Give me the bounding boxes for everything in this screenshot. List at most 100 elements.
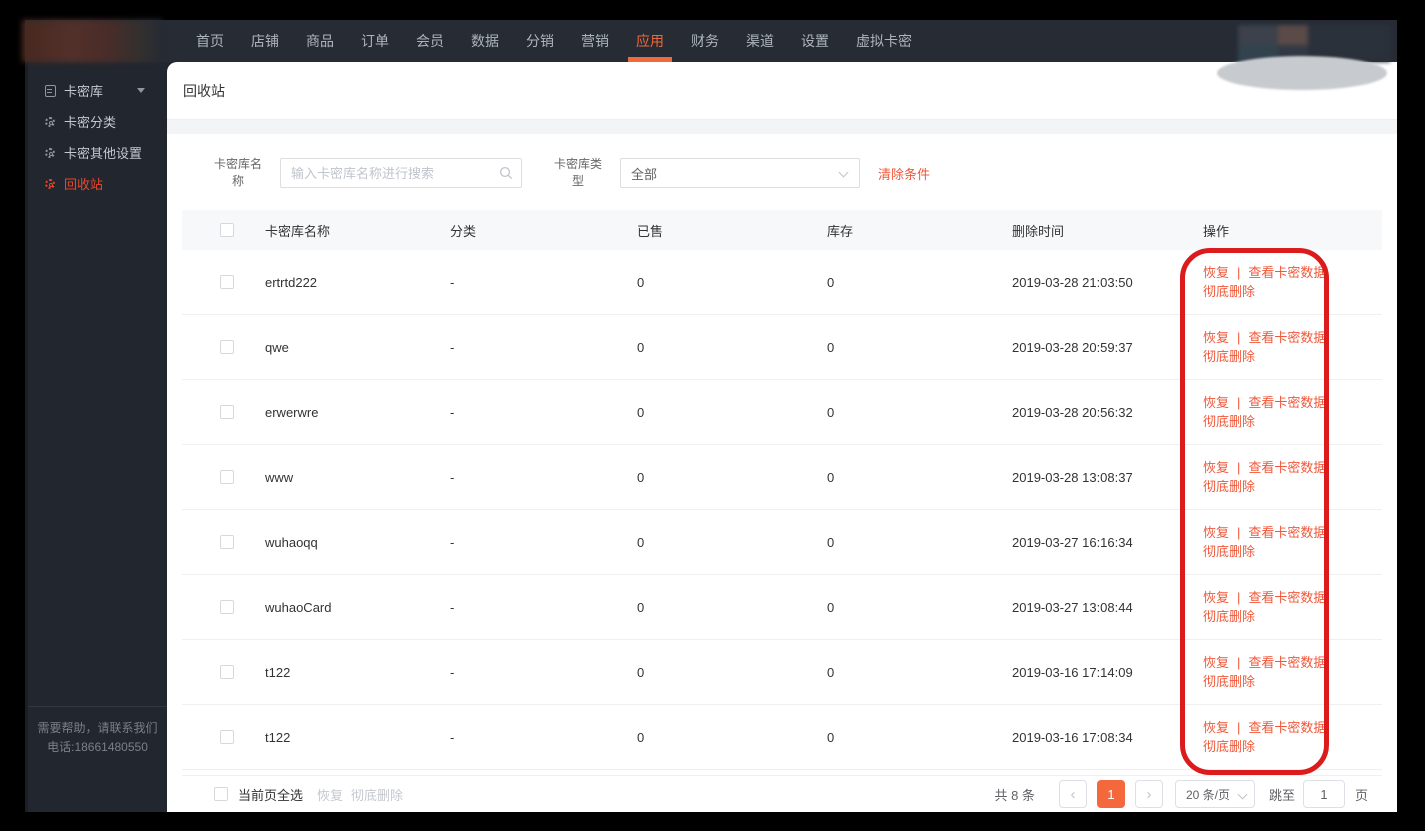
restore-link[interactable]: 恢复 (1203, 330, 1229, 345)
view-card-data-link[interactable]: 查看卡密数据 (1248, 655, 1326, 670)
row-checkbox[interactable] (220, 665, 234, 679)
nav-item-13[interactable]: 虚拟卡密 (856, 20, 912, 62)
nav-item-6[interactable]: 数据 (471, 20, 499, 62)
row-checkbox[interactable] (220, 730, 234, 744)
row-name: wuhaoqq (265, 534, 318, 550)
table-row: ertrtd222 - 0 0 2019-03-28 21:03:50 恢复 | 查看卡密数据… (182, 250, 1382, 315)
sidebar-item-label: 回收站 (64, 177, 104, 192)
row-name: wuhaoCard (265, 599, 332, 615)
row-checkbox[interactable] (220, 275, 234, 289)
type-select[interactable]: 全部 (620, 158, 860, 188)
select-all-checkbox[interactable] (214, 787, 228, 801)
action-divider: | (1237, 460, 1241, 475)
top-navbar: 首页 店铺 商品 订单 会员 数据 分销 营销 应用 财务 渠道 设置 虚拟卡密 (22, 20, 1397, 90)
select-all-label[interactable]: 当前页全选 (238, 785, 303, 804)
row-name: erwerwre (265, 404, 319, 420)
sidebar-item-4[interactable]: 回收站 (28, 168, 167, 199)
name-filter-label: 卡密库名称 (213, 157, 262, 188)
row-category: - (450, 729, 455, 745)
delete-forever-link[interactable]: 彻底删除 (1203, 349, 1255, 364)
caret-down-icon (137, 88, 145, 93)
row-sold: 0 (637, 729, 645, 745)
row-category: - (450, 469, 455, 485)
view-card-data-link[interactable]: 查看卡密数据 (1248, 590, 1326, 605)
gear-icon (43, 146, 57, 160)
recycle-card: 卡密库名称 卡密库类型 全部 清除条件 (167, 134, 1397, 812)
row-sold: 0 (637, 274, 645, 290)
nav-item-12[interactable]: 设置 (801, 20, 829, 62)
row-name: ertrtd222 (265, 274, 318, 290)
page-size-select[interactable]: 20 条/页 (1174, 780, 1255, 808)
nav-item-11[interactable]: 渠道 (746, 20, 774, 62)
nav-item-10[interactable]: 财务 (691, 20, 719, 62)
total-count: 共 8 条 (994, 787, 1035, 803)
delete-forever-link[interactable]: 彻底删除 (1203, 479, 1255, 494)
action-divider: | (1237, 655, 1241, 670)
row-stock: 0 (827, 534, 835, 550)
current-page-button[interactable]: 1 (1096, 780, 1125, 808)
help-text: 需要帮助，请联系我们 (37, 721, 158, 735)
col-name: 卡密库名称 (265, 223, 331, 239)
row-actions: 恢复 | 查看卡密数据 彻底删除 (1203, 523, 1382, 561)
name-search-input[interactable] (280, 158, 522, 188)
row-checkbox[interactable] (220, 600, 234, 614)
nav-item-9[interactable]: 应用 (636, 20, 664, 62)
nav-item-1[interactable]: 首页 (196, 20, 224, 62)
view-card-data-link[interactable]: 查看卡密数据 (1248, 460, 1326, 475)
next-page-button[interactable]: › (1134, 780, 1163, 808)
sidebar-item-3[interactable]: 卡密其他设置 (28, 137, 167, 168)
delete-forever-link[interactable]: 彻底删除 (1203, 674, 1255, 689)
sidebar-item-1[interactable]: 卡密库 (28, 75, 167, 106)
restore-link[interactable]: 恢复 (1203, 460, 1229, 475)
row-deleted-time: 2019-03-28 20:56:32 (1012, 404, 1133, 420)
delete-forever-link[interactable]: 彻底删除 (1203, 544, 1255, 559)
delete-forever-link[interactable]: 彻底删除 (1203, 609, 1255, 624)
row-deleted-time: 2019-03-28 13:08:37 (1012, 469, 1133, 485)
view-card-data-link[interactable]: 查看卡密数据 (1248, 720, 1326, 735)
view-card-data-link[interactable]: 查看卡密数据 (1248, 265, 1326, 280)
row-name: t122 (265, 664, 291, 680)
sidebar-item-2[interactable]: 卡密分类 (28, 106, 167, 137)
row-actions: 恢复 | 查看卡密数据彻底删除 (1203, 653, 1382, 691)
prev-page-button[interactable]: ‹ (1058, 780, 1087, 808)
restore-link[interactable]: 恢复 (1203, 720, 1229, 735)
row-stock: 0 (827, 339, 835, 355)
jump-page-input[interactable] (1302, 780, 1345, 808)
row-checkbox[interactable] (220, 470, 234, 484)
nav-item-3[interactable]: 商品 (306, 20, 334, 62)
view-card-data-link[interactable]: 查看卡密数据 (1248, 395, 1326, 410)
nav-item-5[interactable]: 会员 (416, 20, 444, 62)
nav-item-8[interactable]: 营销 (581, 20, 609, 62)
row-checkbox[interactable] (220, 405, 234, 419)
restore-link[interactable]: 恢复 (1203, 395, 1229, 410)
col-category: 分类 (450, 223, 477, 239)
row-deleted-time: 2019-03-27 13:08:44 (1012, 599, 1133, 615)
delete-forever-link[interactable]: 彻底删除 (1203, 739, 1255, 754)
nav-item-4[interactable]: 订单 (361, 20, 389, 62)
nav-item-2[interactable]: 店铺 (251, 20, 279, 62)
clear-filters-link[interactable]: 清除条件 (878, 164, 930, 183)
row-stock: 0 (827, 729, 835, 745)
view-card-data-link[interactable]: 查看卡密数据 (1248, 330, 1326, 345)
batch-restore-link[interactable]: 恢复 (317, 785, 343, 804)
nav-item-7[interactable]: 分销 (526, 20, 554, 62)
row-stock: 0 (827, 469, 835, 485)
row-checkbox[interactable] (220, 340, 234, 354)
row-stock: 0 (827, 404, 835, 420)
restore-link[interactable]: 恢复 (1203, 265, 1229, 280)
header-checkbox[interactable] (220, 223, 234, 237)
restore-link[interactable]: 恢复 (1203, 525, 1229, 540)
delete-forever-link[interactable]: 彻底删除 (1203, 284, 1255, 299)
restore-link[interactable]: 恢复 (1203, 655, 1229, 670)
batch-delete-link[interactable]: 彻底删除 (351, 785, 403, 804)
top-nav: 首页 店铺 商品 订单 会员 数据 分销 营销 应用 财务 渠道 设置 虚拟卡密 (196, 20, 912, 62)
restore-link[interactable]: 恢复 (1203, 590, 1229, 605)
row-checkbox[interactable] (220, 535, 234, 549)
delete-forever-link[interactable]: 彻底删除 (1203, 414, 1255, 429)
row-deleted-time: 2019-03-28 21:03:50 (1012, 274, 1133, 290)
action-divider: | (1237, 720, 1241, 735)
row-deleted-time: 2019-03-28 20:59:37 (1012, 339, 1133, 355)
row-sold: 0 (637, 534, 645, 550)
sidebar: 卡密库 卡密分类 卡密其他设置 回收站 需要帮助，请联系我们 电话:186614805… (25, 62, 167, 812)
view-card-data-link[interactable]: 查看卡密数据 (1248, 525, 1326, 540)
